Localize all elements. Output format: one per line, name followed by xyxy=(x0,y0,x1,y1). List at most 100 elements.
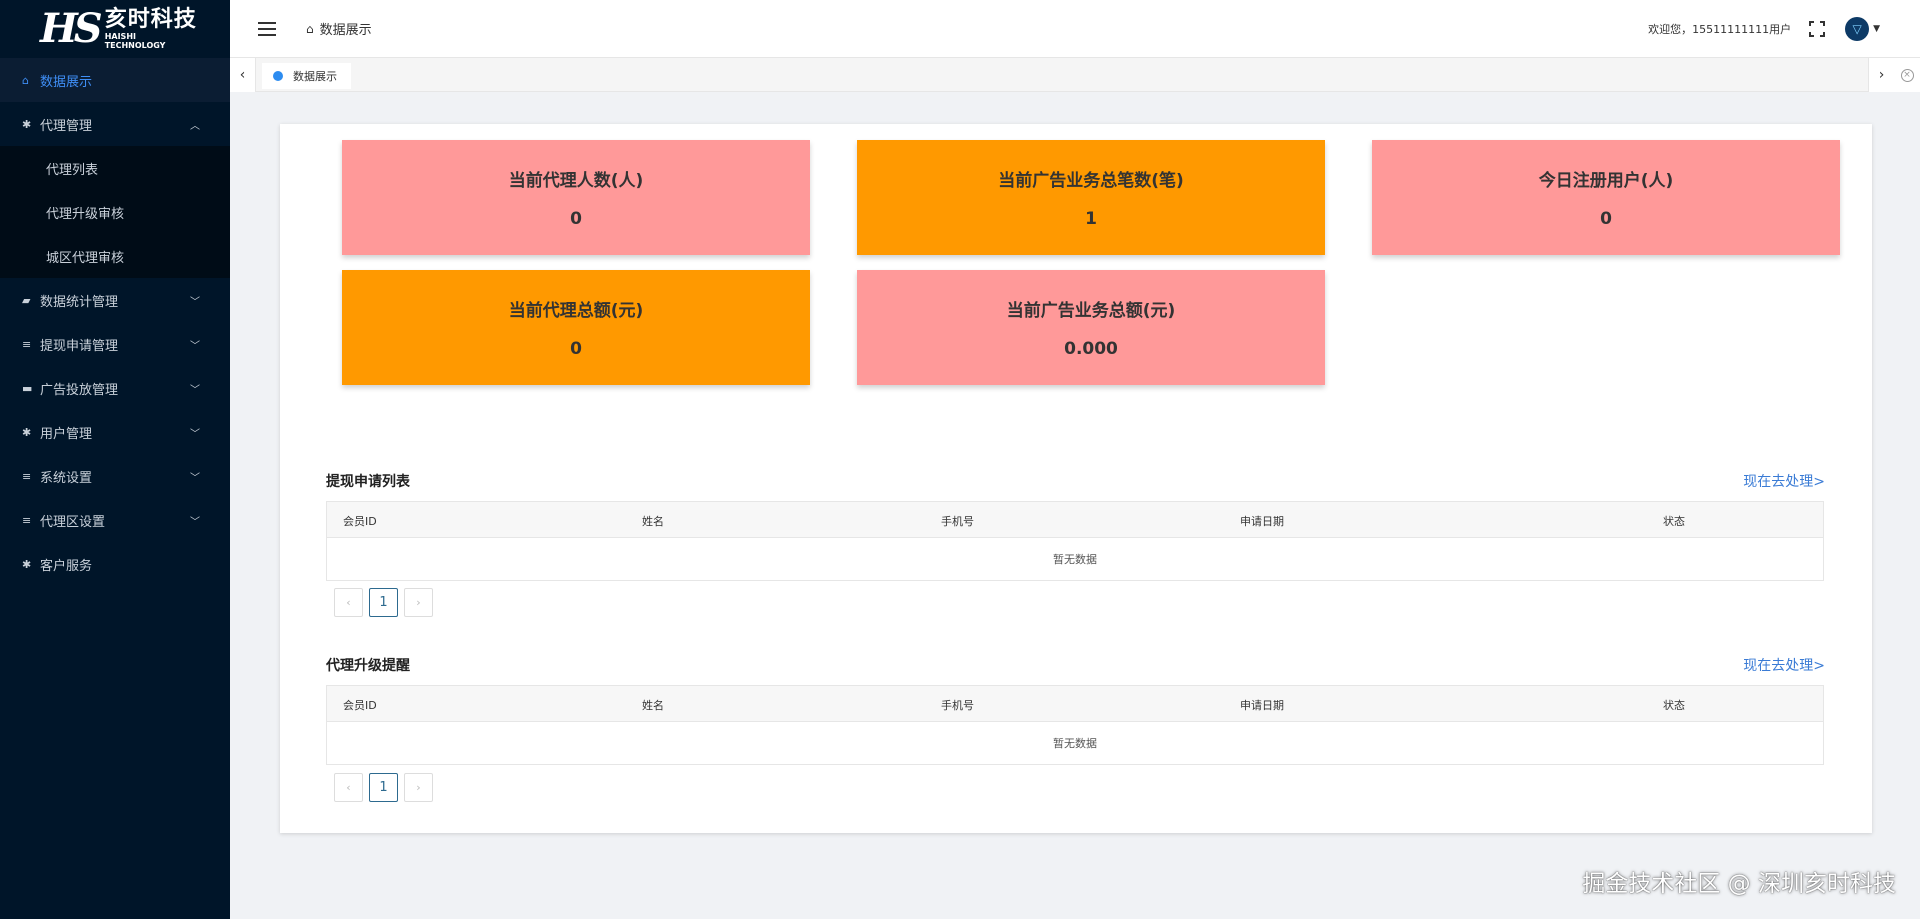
logo: HS 亥时科技 HAISHI TECHNOLOGY xyxy=(0,0,230,58)
list-icon: ≡ xyxy=(22,337,32,351)
next-page-button[interactable]: › xyxy=(404,588,433,617)
table-empty-row: 暂无数据 xyxy=(327,722,1823,764)
sidebar-item-label: 系统设置 xyxy=(40,470,93,486)
chevron-left-icon: ‹ xyxy=(239,67,246,83)
list-icon: ≡ xyxy=(22,513,32,527)
chevron-right-icon: › xyxy=(1878,67,1885,83)
withdraw-pagination: ‹ 1 › xyxy=(334,588,439,617)
sidebar-subitem-city-agent-review[interactable]: 城区代理审核 xyxy=(0,234,230,278)
agent-submenu: 代理列表 代理升级审核 城区代理审核 xyxy=(0,146,230,278)
column-header: 手机号 xyxy=(941,699,974,712)
chevron-up-icon: ︿ xyxy=(190,120,200,132)
stat-value: 0 xyxy=(1600,209,1612,229)
prev-page-button[interactable]: ‹ xyxy=(334,588,363,617)
column-header: 申请日期 xyxy=(1240,515,1284,528)
chat-icon: ▰ xyxy=(22,293,31,307)
tab-bar: ‹ 数据展示 › × xyxy=(230,58,1920,92)
sidebar-item-label: 用户管理 xyxy=(40,426,93,442)
close-circle-icon: × xyxy=(1900,68,1914,82)
sidebar-item-data-statistics[interactable]: ▰ 数据统计管理 ﹀ xyxy=(0,278,230,322)
upgrade-pagination: ‹ 1 › xyxy=(334,773,439,802)
gear-icon: ✱ xyxy=(22,425,32,439)
sidebar-item-customer-service[interactable]: ✱ 客户服务 xyxy=(0,542,230,586)
sidebar-subitem-agent-list[interactable]: 代理列表 xyxy=(0,146,230,190)
tab-scroll-left-button[interactable]: ‹ xyxy=(230,58,256,92)
stat-label: 当前代理总额(元) xyxy=(508,301,644,321)
next-page-button[interactable]: › xyxy=(404,773,433,802)
table-header: 会员ID 姓名 手机号 申请日期 状态 xyxy=(327,686,1823,722)
upgrade-table: 会员ID 姓名 手机号 申请日期 状态 暂无数据 xyxy=(326,685,1824,765)
avatar[interactable]: ▽ xyxy=(1845,17,1870,41)
chevron-down-icon: ﹀ xyxy=(190,296,200,308)
chevron-down-icon: ﹀ xyxy=(190,428,200,440)
prev-page-button[interactable]: ‹ xyxy=(334,773,363,802)
avatar-logo-icon: ▽ xyxy=(1852,22,1862,36)
caret-down-icon[interactable]: ▼ xyxy=(1873,24,1880,34)
stat-label: 今日注册用户(人) xyxy=(1538,171,1674,191)
stat-card-ad-total-amount: 当前广告业务总额(元) 0.000 xyxy=(857,270,1325,385)
table-empty-row: 暂无数据 xyxy=(327,538,1823,580)
logo-en-line2: TECHNOLOGY xyxy=(104,41,166,50)
column-header: 姓名 xyxy=(642,515,664,528)
sidebar-item-label: 代理管理 xyxy=(40,118,93,134)
chevron-down-icon: ﹀ xyxy=(190,340,200,352)
sidebar-subitem-agent-upgrade-review[interactable]: 代理升级审核 xyxy=(0,190,230,234)
home-icon: ⌂ xyxy=(306,21,314,36)
upgrade-section-title: 代理升级提醒 xyxy=(326,658,410,674)
page-button[interactable]: 1 xyxy=(369,773,398,802)
sidebar-subitem-label: 城区代理审核 xyxy=(46,250,125,266)
tab-data-display[interactable]: 数据展示 xyxy=(262,63,351,89)
home-icon: ⌂ xyxy=(22,73,29,87)
chevron-down-icon: ﹀ xyxy=(190,384,200,396)
stat-card-ad-order-count: 当前广告业务总笔数(笔) 1 xyxy=(857,140,1325,255)
logo-en-line1: HAISHI xyxy=(104,32,136,41)
upgrade-process-link[interactable]: 现在去处理> xyxy=(1743,655,1825,675)
sidebar-subitem-label: 代理升级审核 xyxy=(46,206,125,222)
column-header: 会员ID xyxy=(343,515,377,528)
sidebar: HS 亥时科技 HAISHI TECHNOLOGY ⌂ 数据展示 ✱ 代理管理 … xyxy=(0,0,230,919)
active-dot-icon xyxy=(273,71,283,81)
hamburger-icon[interactable] xyxy=(258,21,276,36)
breadcrumb: ⌂ 数据展示 xyxy=(306,19,372,39)
sidebar-item-withdraw-management[interactable]: ≡ 提现申请管理 ﹀ xyxy=(0,322,230,366)
stat-label: 当前代理人数(人) xyxy=(508,171,644,191)
column-header: 状态 xyxy=(1663,699,1685,712)
empty-text: 暂无数据 xyxy=(1053,737,1097,750)
stat-value: 0 xyxy=(570,339,582,359)
stat-value: 0 xyxy=(570,209,582,229)
fullscreen-icon[interactable] xyxy=(1809,21,1826,37)
sidebar-item-user-management[interactable]: ✱ 用户管理 ﹀ xyxy=(0,410,230,454)
logo-cn-text: 亥时科技 xyxy=(104,7,197,32)
empty-text: 暂无数据 xyxy=(1053,553,1097,566)
tab-scroll-right-button[interactable]: › xyxy=(1868,58,1894,92)
column-header: 姓名 xyxy=(642,699,664,712)
dashboard-card: 当前代理人数(人) 0 当前广告业务总笔数(笔) 1 今日注册用户(人) 0 当… xyxy=(280,124,1872,833)
gear-icon: ✱ xyxy=(22,117,32,131)
list-icon: ≡ xyxy=(22,469,32,483)
withdraw-process-link[interactable]: 现在去处理> xyxy=(1743,471,1825,491)
chevron-down-icon: ﹀ xyxy=(190,472,200,484)
sidebar-item-label: 代理区设置 xyxy=(40,514,106,530)
column-header: 会员ID xyxy=(343,699,377,712)
column-header: 手机号 xyxy=(941,515,974,528)
page-button[interactable]: 1 xyxy=(369,588,398,617)
column-header: 状态 xyxy=(1663,515,1685,528)
sidebar-item-agent-management[interactable]: ✱ 代理管理 ︿ xyxy=(0,102,230,146)
watermark: 掘金技术社区 @ 深圳亥时科技 xyxy=(1582,871,1896,897)
sidebar-item-data-display[interactable]: ⌂ 数据展示 xyxy=(0,58,230,102)
breadcrumb-label[interactable]: 数据展示 xyxy=(320,19,372,38)
close-all-tabs-button[interactable]: × xyxy=(1894,58,1920,92)
tab-label: 数据展示 xyxy=(293,70,337,83)
sidebar-item-label: 数据统计管理 xyxy=(40,294,119,310)
folder-icon: ▬ xyxy=(22,381,33,395)
sidebar-item-label: 广告投放管理 xyxy=(40,382,119,398)
sidebar-item-system-settings[interactable]: ≡ 系统设置 ﹀ xyxy=(0,454,230,498)
sidebar-item-agent-region-settings[interactable]: ≡ 代理区设置 ﹀ xyxy=(0,498,230,542)
logo-mark: HS xyxy=(40,5,103,52)
welcome-text: 欢迎您，15511111111用户 xyxy=(1648,23,1792,36)
table-header: 会员ID 姓名 手机号 申请日期 状态 xyxy=(327,502,1823,538)
sidebar-item-ad-management[interactable]: ▬ 广告投放管理 ﹀ xyxy=(0,366,230,410)
stat-label: 当前广告业务总笔数(笔) xyxy=(998,171,1184,191)
withdraw-section-title: 提现申请列表 xyxy=(326,474,410,490)
chevron-down-icon: ﹀ xyxy=(190,516,200,528)
